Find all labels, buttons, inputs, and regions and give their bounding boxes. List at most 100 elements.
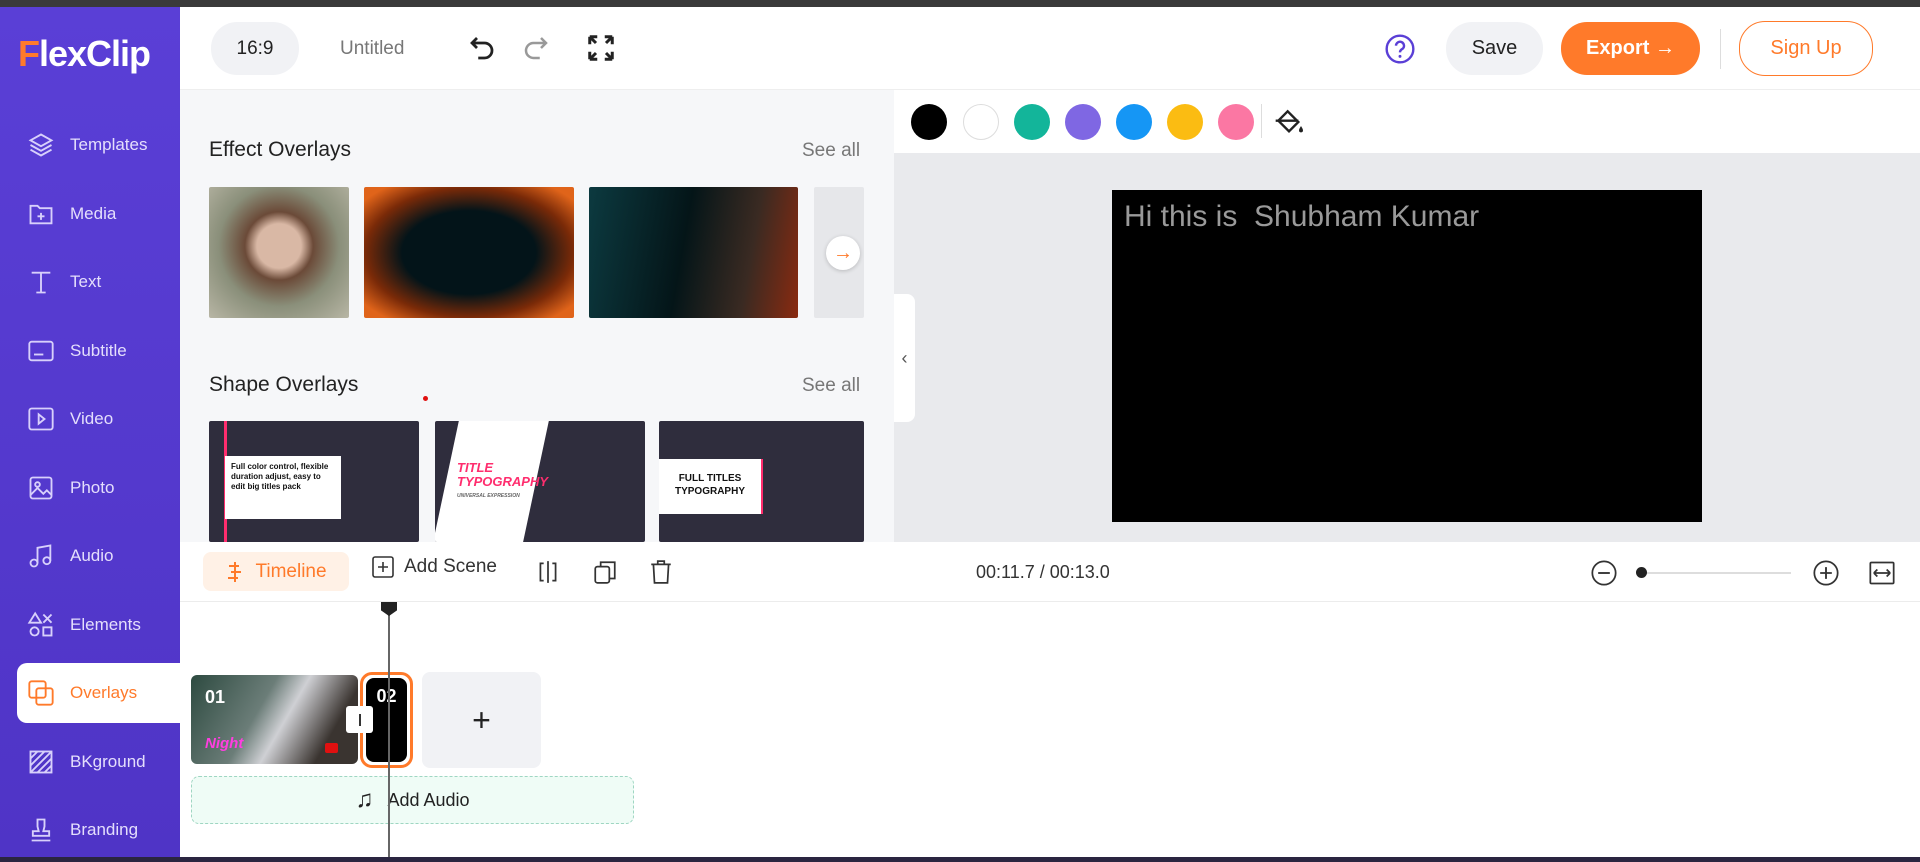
- help-icon[interactable]: [1384, 33, 1416, 65]
- playhead-handle[interactable]: [381, 602, 397, 616]
- shape-overlay-thumb[interactable]: TITLE TYPOGRAPHY UNIVERSAL EXPRESSION: [435, 421, 645, 542]
- add-audio-button[interactable]: ♫ Add Audio: [191, 776, 634, 824]
- sidebar-item-label: Branding: [70, 820, 139, 839]
- sidebar-item-audio[interactable]: Audio: [0, 526, 180, 586]
- effect-overlays-title: Effect Overlays: [209, 138, 351, 161]
- timeline-toolbar: Timeline Add Scene 00:11.7 / 00:13.0: [180, 542, 1920, 602]
- sidebar-item-branding[interactable]: Branding: [0, 800, 180, 860]
- effect-overlay-thumb[interactable]: [364, 187, 574, 318]
- sidebar-item-elements[interactable]: Elements: [0, 595, 180, 655]
- paint-bucket-icon[interactable]: [1273, 106, 1305, 138]
- music-icon: [26, 541, 56, 571]
- sidebar-item-label: Photo: [70, 477, 115, 497]
- shape-overlay-thumb[interactable]: Full color control, flexible duration ad…: [209, 421, 419, 542]
- playhead[interactable]: [388, 602, 390, 857]
- video-icon: [26, 404, 56, 434]
- canvas-text[interactable]: Hi this is Shubham Kumar: [1124, 200, 1479, 234]
- add-scene-icon: [372, 556, 394, 578]
- effect-see-all-link[interactable]: See all: [802, 140, 860, 162]
- sidebar-item-text[interactable]: Text: [0, 252, 180, 312]
- music-note-icon: ♫: [355, 786, 374, 813]
- folder-plus-icon: [26, 199, 56, 229]
- photo-icon: [26, 473, 56, 503]
- fit-icon[interactable]: [1868, 559, 1896, 587]
- zoom-out-icon[interactable]: [1590, 559, 1618, 587]
- shape-see-all-link[interactable]: See all: [802, 375, 860, 397]
- add-scene-label: Add Scene: [404, 556, 497, 577]
- sidebar-item-label: Media: [70, 203, 117, 223]
- zoom-slider-handle[interactable]: [1636, 567, 1647, 578]
- color-swatch-blue[interactable]: [1116, 104, 1152, 140]
- color-swatch-pink[interactable]: [1218, 104, 1254, 140]
- export-button[interactable]: Export →: [1561, 22, 1700, 75]
- delete-icon[interactable]: [648, 559, 674, 585]
- red-dot: [423, 396, 428, 401]
- divider: [1261, 104, 1262, 138]
- fullscreen-icon[interactable]: [586, 33, 616, 63]
- sidebar-item-label: Audio: [70, 546, 114, 565]
- window-bottom-bar: [0, 857, 1920, 862]
- sidebar-item-label: Subtitle: [70, 340, 127, 360]
- flexclip-logo[interactable]: FlexClip: [18, 33, 151, 75]
- undo-icon[interactable]: [467, 33, 497, 63]
- timeline-icon: [228, 561, 242, 582]
- color-swatch-purple[interactable]: [1065, 104, 1101, 140]
- sidebar-item-label: Video: [70, 409, 114, 428]
- collapse-panel-button[interactable]: ‹: [894, 294, 915, 422]
- zoom-slider[interactable]: [1641, 572, 1791, 574]
- redo-icon[interactable]: [521, 33, 551, 63]
- layers-icon: [26, 130, 56, 160]
- project-title[interactable]: Untitled: [340, 38, 404, 60]
- sidebar-item-overlays[interactable]: Overlays: [17, 663, 180, 723]
- sidebar-item-media[interactable]: Media: [0, 184, 180, 244]
- add-scene-tile[interactable]: +: [422, 672, 541, 768]
- sidebar-item-label: Text: [70, 272, 102, 291]
- sign-up-button[interactable]: Sign Up: [1739, 21, 1873, 76]
- overlays-icon: [26, 678, 56, 708]
- sidebar-item-label: Templates: [70, 135, 148, 154]
- timeline: 01 Night 02 + ♫ Add Audio: [180, 602, 1920, 857]
- shape-overlay-thumb[interactable]: FULL TITLES TYPOGRAPHY: [659, 421, 864, 542]
- timeline-label: Timeline: [255, 560, 327, 582]
- color-swatch-yellow[interactable]: [1167, 104, 1203, 140]
- sidebar-item-bkground[interactable]: BKground: [0, 732, 180, 792]
- video-canvas[interactable]: Hi this is Shubham Kumar: [1112, 190, 1702, 522]
- window-top-bar: [0, 0, 1920, 7]
- duplicate-icon[interactable]: [592, 559, 618, 585]
- scene-clip-01[interactable]: 01 Night: [191, 675, 358, 764]
- color-bar: [894, 90, 1920, 153]
- overlays-panel: Effect Overlays See all → Shape Overlays…: [180, 90, 894, 542]
- text-icon: [26, 267, 56, 297]
- sidebar: FlexClip Templates Media Text Subtitle Video…: [0, 7, 180, 857]
- save-button[interactable]: Save: [1446, 22, 1543, 75]
- effect-overlay-thumb[interactable]: [209, 187, 349, 318]
- sidebar-item-label: BKground: [70, 751, 146, 771]
- color-swatch-white[interactable]: [963, 104, 999, 140]
- timeline-button[interactable]: Timeline: [203, 552, 349, 591]
- subtitle-icon: [26, 336, 56, 366]
- sidebar-item-photo[interactable]: Photo: [0, 458, 180, 518]
- sidebar-item-subtitle[interactable]: Subtitle: [0, 321, 180, 381]
- color-swatch-teal[interactable]: [1014, 104, 1050, 140]
- divider: [1720, 29, 1721, 69]
- sidebar-item-label: Elements: [70, 614, 141, 634]
- add-scene-button[interactable]: Add Scene: [372, 556, 497, 578]
- time-display: 00:11.7 / 00:13.0: [976, 562, 1110, 582]
- sidebar-item-templates[interactable]: Templates: [0, 115, 180, 175]
- aspect-ratio-button[interactable]: 16:9: [211, 22, 299, 75]
- sidebar-item-video[interactable]: Video: [0, 389, 180, 449]
- transition-handle[interactable]: [346, 706, 373, 733]
- shape-overlays-title: Shape Overlays: [209, 373, 359, 396]
- elements-icon: [26, 610, 56, 640]
- sidebar-item-label: Overlays: [70, 683, 138, 702]
- next-arrow-button[interactable]: →: [826, 236, 860, 270]
- background-icon: [26, 747, 56, 777]
- effect-overlay-thumb[interactable]: [589, 187, 798, 318]
- youtube-icon: [325, 743, 338, 753]
- add-audio-label: Add Audio: [387, 789, 470, 810]
- stamp-icon: [26, 815, 56, 845]
- zoom-in-icon[interactable]: [1812, 559, 1840, 587]
- split-icon[interactable]: [535, 559, 561, 585]
- header: 16:9 Untitled Save Export → Sign Up: [180, 7, 1920, 90]
- color-swatch-black[interactable]: [911, 104, 947, 140]
